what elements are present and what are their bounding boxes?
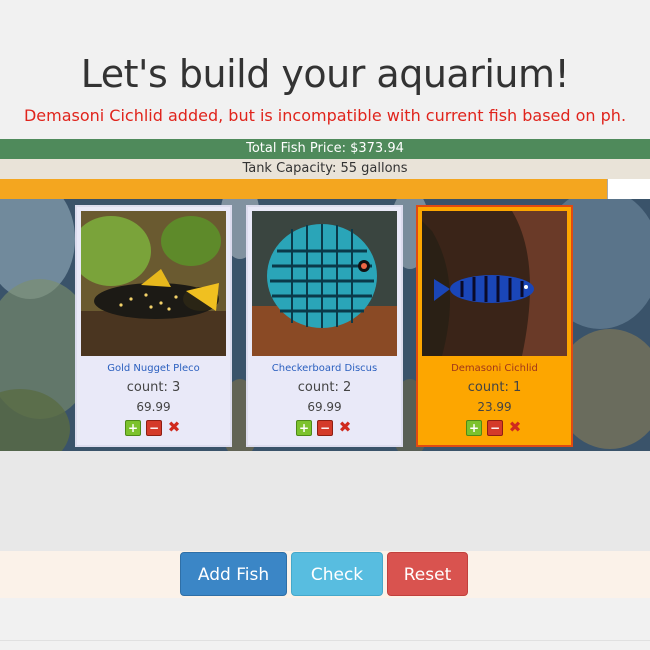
aquarium-scene: Gold Nugget Pleco count: 3 69.99 + − ✖ C…	[0, 199, 650, 451]
fish-price: 69.99	[307, 400, 342, 414]
fish-controls: + − ✖	[248, 420, 401, 436]
fish-card-gold-nugget-pleco[interactable]: Gold Nugget Pleco count: 3 69.99 + − ✖	[75, 205, 232, 447]
fish-name[interactable]: Checkerboard Discus	[248, 363, 401, 374]
remove-icon[interactable]: ✖	[167, 420, 181, 435]
incompatibility-warning: Demasoni Cichlid added, but is incompati…	[23, 106, 627, 125]
decrement-button[interactable]: −	[146, 420, 162, 436]
fish-card-demasoni-cichlid[interactable]: Demasoni Cichlid count: 1 23.99 + − ✖	[416, 205, 573, 447]
gold-nugget-pleco-photo	[81, 211, 226, 356]
fish-controls: + − ✖	[418, 420, 571, 436]
tank-capacity-bar: Tank Capacity: 55 gallons	[0, 159, 650, 179]
footer-divider	[0, 640, 650, 641]
increment-button[interactable]: +	[296, 420, 312, 436]
fish-controls: + − ✖	[77, 420, 230, 436]
page-title: Let's build your aquarium!	[80, 52, 570, 96]
fish-count: count: 1	[467, 380, 522, 395]
fish-count: count: 2	[297, 380, 352, 395]
empty-area	[0, 451, 650, 551]
fish-name[interactable]: Gold Nugget Pleco	[77, 363, 230, 374]
check-button[interactable]: Check	[291, 552, 383, 596]
increment-button[interactable]: +	[466, 420, 482, 436]
capacity-progress-fill	[0, 179, 609, 199]
decrement-button[interactable]: −	[487, 420, 503, 436]
fish-count: count: 3	[126, 380, 181, 395]
add-fish-button[interactable]: Add Fish	[180, 552, 287, 596]
checkerboard-discus-photo	[252, 211, 397, 356]
total-price-bar: Total Fish Price: $373.94	[0, 139, 650, 159]
increment-button[interactable]: +	[125, 420, 141, 436]
remove-icon[interactable]: ✖	[508, 420, 522, 435]
fish-name[interactable]: Demasoni Cichlid	[418, 363, 571, 374]
fish-price: 69.99	[136, 400, 171, 414]
reset-button[interactable]: Reset	[387, 552, 468, 596]
fish-price: 23.99	[477, 400, 512, 414]
demasoni-cichlid-photo	[422, 211, 567, 356]
fish-card-checkerboard-discus[interactable]: Checkerboard Discus count: 2 69.99 + − ✖	[246, 205, 403, 447]
decrement-button[interactable]: −	[317, 420, 333, 436]
remove-icon[interactable]: ✖	[338, 420, 352, 435]
capacity-progress	[0, 179, 650, 199]
